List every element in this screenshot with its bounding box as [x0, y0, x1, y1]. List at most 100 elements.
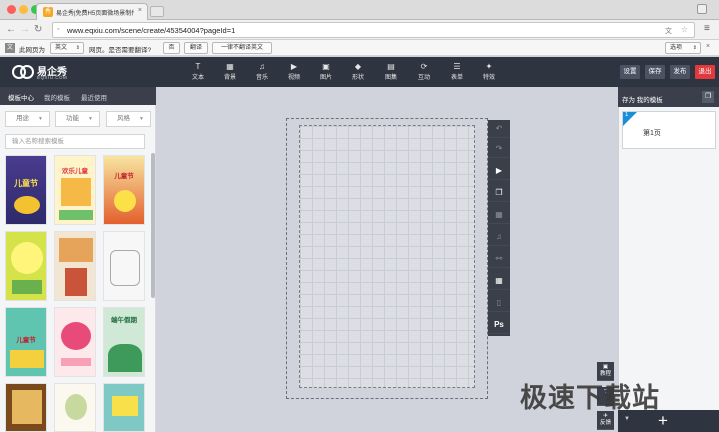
template-search-input[interactable]: 输入名称搜索模板: [5, 134, 145, 149]
filter-label: 用途: [16, 115, 29, 122]
thumb-art: [110, 250, 140, 286]
template-thumb[interactable]: 儿童节: [103, 155, 145, 225]
page-canvas[interactable]: [299, 125, 475, 388]
tab-recently-used[interactable]: 最近使用: [81, 92, 107, 102]
chevron-down-icon[interactable]: ▼: [624, 416, 630, 422]
interaction-icon: ⟳: [420, 62, 428, 71]
no-translate-button[interactable]: 否: [163, 42, 180, 54]
translate-icon[interactable]: 文: [665, 26, 672, 36]
template-thumb[interactable]: 儿童节: [5, 307, 47, 377]
tool-text[interactable]: T 文本: [187, 62, 209, 81]
template-thumb[interactable]: [54, 307, 96, 377]
publish-button[interactable]: 发布: [670, 65, 690, 79]
template-thumb[interactable]: 端午假期: [103, 307, 145, 377]
tool-video[interactable]: ▶ 视频: [283, 62, 305, 81]
page-thumb[interactable]: 1 第1页: [622, 111, 716, 149]
tab-my-templates[interactable]: 我的模板: [44, 92, 70, 102]
tool-background[interactable]: ▦ 背景: [219, 62, 241, 81]
thumb-art: [112, 396, 138, 416]
copy-page-icon[interactable]: ❐: [488, 184, 510, 202]
thumb-art: [61, 358, 91, 366]
translate-question: 网页。是否需要翻译?: [89, 47, 152, 54]
never-translate-button[interactable]: 一律不翻译英文: [212, 42, 272, 54]
minimize-window-button[interactable]: [19, 5, 28, 14]
forward-icon[interactable]: →: [20, 24, 30, 36]
tool-label: 图集: [384, 75, 397, 81]
thumb-art: [61, 322, 91, 350]
new-tab-button[interactable]: [150, 6, 164, 17]
page-manage-icon[interactable]: ❐: [702, 91, 714, 103]
template-thumb[interactable]: 欢乐儿童: [54, 155, 96, 225]
grid-toggle-icon[interactable]: ▦: [488, 272, 510, 290]
logo-icon: [12, 65, 34, 79]
thumb-art: [61, 178, 91, 206]
browser-tab[interactable]: 秀 易企秀|免费H5页面微场景制作 ×: [36, 3, 148, 20]
chevron-down-icon: ▼: [88, 116, 93, 122]
thumb-title: 儿童节: [16, 337, 36, 344]
tool-form[interactable]: ☰ 表单: [446, 62, 468, 81]
link-icon[interactable]: ⚯: [488, 250, 510, 268]
gallery-icon: ▤: [387, 62, 395, 71]
video-icon: ▶: [290, 62, 298, 71]
translate-label: 此网页为: [19, 47, 45, 54]
template-thumb[interactable]: [103, 231, 145, 301]
menu-icon[interactable]: ≡: [704, 23, 710, 34]
phone-icon[interactable]: ▯: [488, 294, 510, 312]
translate-bar: 文 此网页为 英文 ⇕ 网页。是否需要翻译? 否 翻译 一律不翻译英文 选项 ⇕ ×: [0, 40, 719, 56]
url-text: www.eqxiu.com/scene/create/45354004?page…: [67, 26, 236, 35]
preview-icon[interactable]: ▶: [488, 162, 510, 180]
exit-button[interactable]: 退出: [695, 65, 715, 79]
logo-subtext: EQXIU.COM: [37, 75, 68, 80]
address-bar[interactable]: ▫ www.eqxiu.com/scene/create/45354004?pa…: [52, 22, 695, 38]
thumb-art: [114, 190, 136, 212]
template-thumb[interactable]: [5, 231, 47, 301]
close-window-button[interactable]: [7, 5, 16, 14]
language-select[interactable]: 英文 ⇕: [50, 42, 84, 54]
translate-close-icon[interactable]: ×: [706, 43, 710, 50]
tool-image[interactable]: ▣ 图片: [315, 62, 337, 81]
tool-effect[interactable]: ✦ 特效: [478, 62, 500, 81]
music-icon[interactable]: ♫: [488, 228, 510, 246]
thumb-art: [65, 394, 87, 420]
save-button[interactable]: 保存: [645, 65, 665, 79]
bookmark-star-icon[interactable]: ☆: [681, 25, 688, 34]
template-thumb[interactable]: [54, 383, 96, 432]
template-thumb[interactable]: 儿童节: [5, 155, 47, 225]
template-thumb[interactable]: [54, 231, 96, 301]
tool-gallery[interactable]: ▤ 图集: [380, 62, 402, 81]
tool-interaction[interactable]: ⟳ 互动: [413, 62, 435, 81]
settings-button[interactable]: 设置: [620, 65, 640, 79]
translate-button[interactable]: 翻译: [184, 42, 208, 54]
logo[interactable]: 易企秀 EQXIU.COM: [12, 62, 82, 82]
undo-icon[interactable]: ↶: [488, 120, 510, 138]
language-value: 英文: [55, 45, 68, 51]
filter-function[interactable]: 功能 ▼: [55, 111, 100, 127]
tool-label: 图片: [319, 75, 332, 81]
back-icon[interactable]: ←: [6, 24, 16, 36]
image-icon: ▣: [322, 62, 330, 71]
filter-label: 功能: [66, 115, 79, 122]
template-thumb[interactable]: [5, 383, 47, 432]
template-thumb[interactable]: [103, 383, 145, 432]
photoshop-import-button[interactable]: Ps: [488, 316, 510, 334]
page-icon: ▫: [57, 26, 60, 33]
redo-icon[interactable]: ↷: [488, 140, 510, 158]
save-as-template-button[interactable]: 存为 我的模板: [622, 94, 663, 104]
text-icon: T: [195, 62, 201, 71]
filter-purpose[interactable]: 用途 ▼: [5, 111, 50, 127]
filter-style[interactable]: 风格 ▼: [106, 111, 151, 127]
tool-label: 互动: [417, 75, 430, 81]
tool-music[interactable]: ♫ 音乐: [251, 62, 273, 81]
tab-template-center[interactable]: 模板中心: [8, 92, 34, 102]
tab-close-icon[interactable]: ×: [138, 7, 142, 14]
template-scrollbar[interactable]: [151, 153, 155, 298]
music-icon: ♫: [259, 62, 265, 71]
thumb-art: [59, 238, 93, 262]
chevron-down-icon: ⇕: [75, 45, 80, 51]
tool-shape[interactable]: ◆ 形状: [347, 62, 369, 81]
reload-icon[interactable]: ↻: [34, 24, 42, 36]
thumb-title: 儿童节: [114, 173, 134, 180]
profile-icon[interactable]: [697, 4, 707, 14]
options-select[interactable]: 选项 ⇕: [665, 42, 701, 54]
grid-icon[interactable]: ▦: [488, 206, 510, 224]
